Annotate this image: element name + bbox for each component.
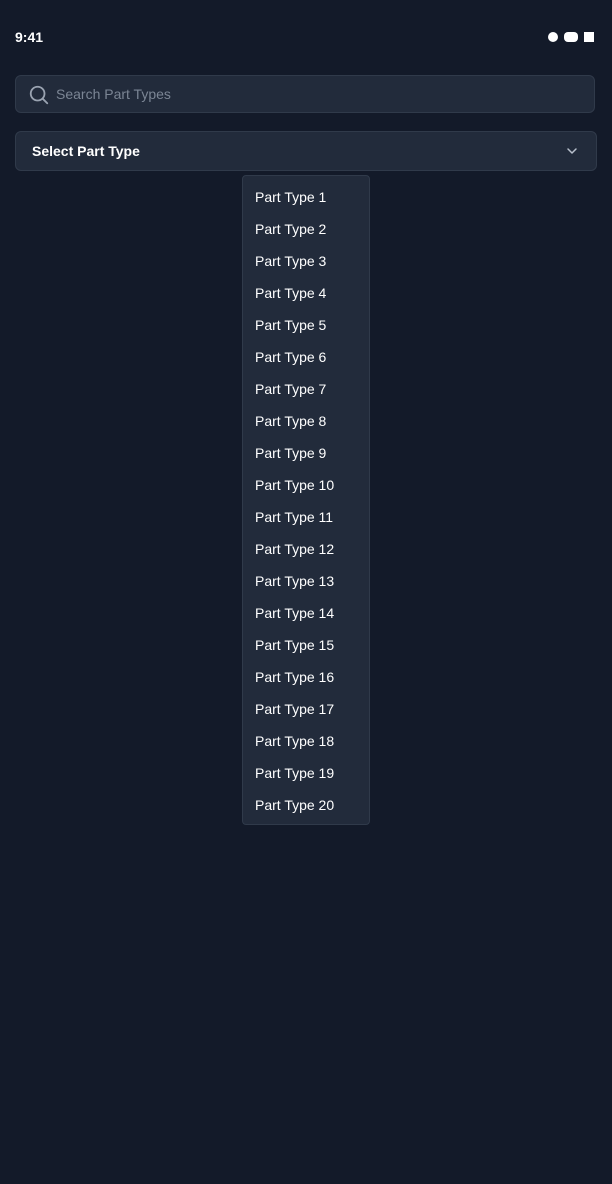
dropdown-option[interactable]: Part Type 2 [243, 213, 369, 245]
dropdown-option[interactable]: Part Type 7 [243, 373, 369, 405]
dropdown-option[interactable]: Part Type 17 [243, 693, 369, 725]
dropdown-option[interactable]: Part Type 16 [243, 661, 369, 693]
dropdown-option[interactable]: Part Type 1 [243, 181, 369, 213]
dropdown-option[interactable]: Part Type 14 [243, 597, 369, 629]
circle-icon [548, 32, 558, 42]
chevron-down-icon [567, 148, 577, 154]
dropdown-option[interactable]: Part Type 15 [243, 629, 369, 661]
dropdown-option[interactable]: Part Type 6 [243, 341, 369, 373]
dropdown-option[interactable]: Part Type 19 [243, 757, 369, 789]
dropdown-option[interactable]: Part Type 18 [243, 725, 369, 757]
status-time: 9:41 [15, 29, 44, 45]
status-bar: 9:41 [0, 0, 612, 60]
part-type-select[interactable]: Select Part Type [15, 131, 597, 171]
status-icons [548, 32, 594, 42]
part-type-dropdown-menu: Part Type 1 Part Type 2 Part Type 3 Part… [242, 175, 370, 825]
dropdown-option[interactable]: Part Type 10 [243, 469, 369, 501]
dropdown-option[interactable]: Part Type 3 [243, 245, 369, 277]
dropdown-option[interactable]: Part Type 12 [243, 533, 369, 565]
dropdown-option[interactable]: Part Type 13 [243, 565, 369, 597]
search-icon [29, 85, 49, 105]
battery-icon [564, 32, 578, 42]
search-input[interactable] [56, 76, 576, 112]
dropdown-option[interactable]: Part Type 8 [243, 405, 369, 437]
dropdown-option[interactable]: Part Type 11 [243, 501, 369, 533]
dropdown-option[interactable]: Part Type 20 [243, 789, 369, 821]
square-icon [584, 32, 594, 42]
search-box[interactable] [15, 75, 595, 113]
dropdown-option[interactable]: Part Type 4 [243, 277, 369, 309]
dropdown-option[interactable]: Part Type 9 [243, 437, 369, 469]
select-label: Select Part Type [32, 143, 140, 159]
dropdown-option[interactable]: Part Type 5 [243, 309, 369, 341]
